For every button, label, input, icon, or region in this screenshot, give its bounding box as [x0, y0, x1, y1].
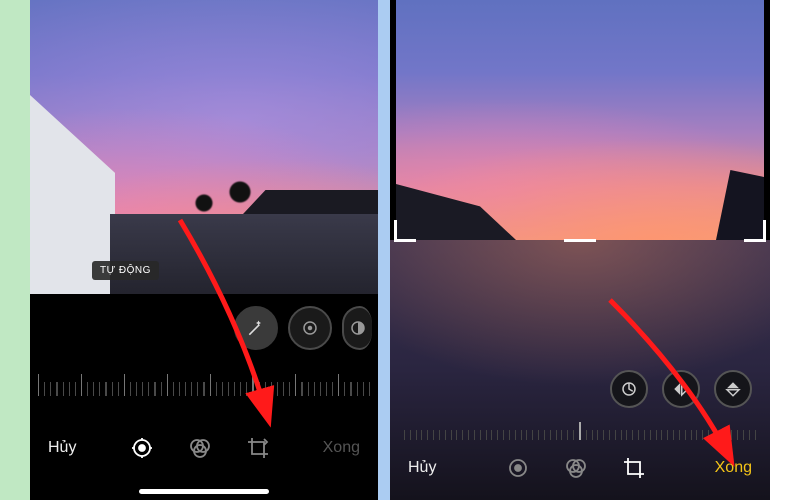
edit-panel: Hủy Xong: [30, 294, 378, 500]
bottom-toolbar: Hủy Xong: [390, 446, 770, 490]
adjustment-dials: [234, 306, 372, 350]
adjust-tab[interactable]: [129, 435, 155, 461]
flip-vertical-button[interactable]: [714, 370, 752, 408]
contrast-dial[interactable]: [342, 306, 372, 350]
cancel-button[interactable]: Hủy: [48, 439, 76, 457]
done-button[interactable]: Xong: [715, 459, 752, 477]
photo-sky: [396, 0, 764, 240]
filters-icon: [188, 436, 212, 460]
adjust-icon: [130, 436, 154, 460]
flip-horizontal-button[interactable]: [662, 370, 700, 408]
phone-screenshot-right: Hủy Xong: [390, 0, 770, 500]
crop-tab[interactable]: [621, 455, 647, 481]
adjustment-ruler[interactable]: [38, 368, 370, 396]
adjust-tab[interactable]: [505, 455, 531, 481]
crop-handle-bl[interactable]: [394, 220, 416, 242]
crop-icon: [246, 436, 270, 460]
crop-tab[interactable]: [245, 435, 271, 461]
flip-vertical-icon: [724, 380, 742, 398]
straighten-ruler[interactable]: [404, 418, 756, 440]
cancel-button[interactable]: Hủy: [408, 459, 436, 477]
crop-handle-br[interactable]: [744, 220, 766, 242]
bottom-toolbar: Hủy Xong: [30, 426, 378, 470]
page-gutter-left: [0, 0, 30, 500]
filters-tab[interactable]: [563, 455, 589, 481]
page-gutter-right: Hủy Xong: [378, 0, 770, 500]
straighten-button[interactable]: [610, 370, 648, 408]
photo-sky: [30, 0, 378, 300]
straighten-icon: [620, 380, 638, 398]
adjust-icon: [506, 456, 530, 480]
crop-handle-bottom[interactable]: [564, 239, 596, 242]
done-button[interactable]: Xong: [323, 439, 360, 457]
exposure-dial[interactable]: [288, 306, 332, 350]
home-indicator[interactable]: [139, 489, 269, 494]
flip-horizontal-icon: [672, 380, 690, 398]
wand-dial[interactable]: [234, 306, 278, 350]
filters-tab[interactable]: [187, 435, 213, 461]
photo-houses-row: [110, 214, 378, 300]
filters-icon: [564, 456, 588, 480]
phone-screenshot-left: TỰ ĐỘNG Hủy: [30, 0, 378, 500]
wand-icon: [246, 318, 266, 338]
exposure-icon: [301, 319, 319, 337]
contrast-icon: [349, 319, 367, 337]
auto-badge: TỰ ĐỘNG: [92, 261, 159, 280]
crop-frame[interactable]: [396, 0, 764, 240]
transform-controls: [610, 370, 752, 408]
crop-icon: [622, 456, 646, 480]
